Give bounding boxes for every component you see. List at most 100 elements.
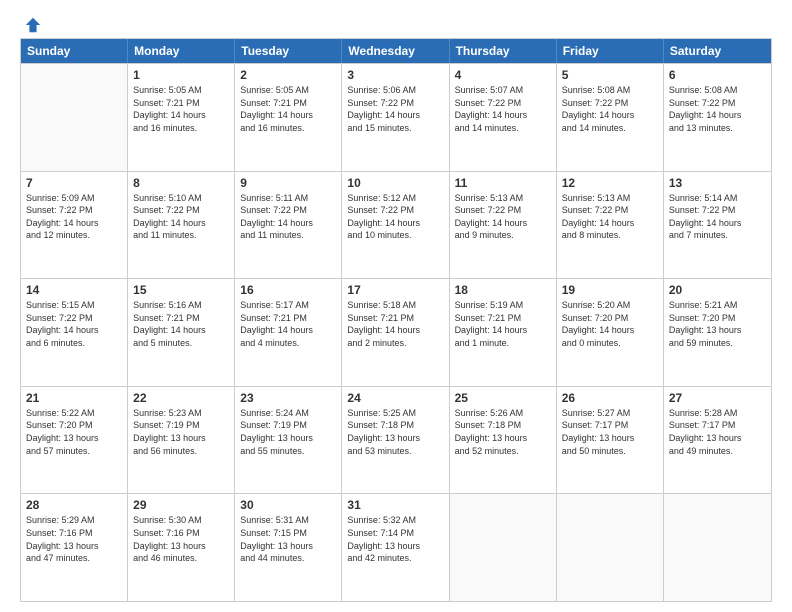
day-number: 12: [562, 176, 658, 190]
calendar: SundayMondayTuesdayWednesdayThursdayFrid…: [20, 38, 772, 602]
calendar-cell: 17Sunrise: 5:18 AM Sunset: 7:21 PM Dayli…: [342, 279, 449, 386]
day-number: 3: [347, 68, 443, 82]
header-day-monday: Monday: [128, 39, 235, 63]
header-day-thursday: Thursday: [450, 39, 557, 63]
day-number: 30: [240, 498, 336, 512]
day-number: 5: [562, 68, 658, 82]
day-number: 8: [133, 176, 229, 190]
cell-content: Sunrise: 5:14 AM Sunset: 7:22 PM Dayligh…: [669, 192, 766, 242]
calendar-header: SundayMondayTuesdayWednesdayThursdayFrid…: [21, 39, 771, 63]
day-number: 21: [26, 391, 122, 405]
calendar-cell: 16Sunrise: 5:17 AM Sunset: 7:21 PM Dayli…: [235, 279, 342, 386]
cell-content: Sunrise: 5:19 AM Sunset: 7:21 PM Dayligh…: [455, 299, 551, 349]
cell-content: Sunrise: 5:27 AM Sunset: 7:17 PM Dayligh…: [562, 407, 658, 457]
day-number: 14: [26, 283, 122, 297]
day-number: 6: [669, 68, 766, 82]
day-number: 26: [562, 391, 658, 405]
header-day-saturday: Saturday: [664, 39, 771, 63]
calendar-cell: 14 Sunrise: 5:15 AM Sunset: 7:22 PM Dayli…: [21, 279, 128, 386]
cell-content: Sunrise: 5:26 AM Sunset: 7:18 PM Dayligh…: [455, 407, 551, 457]
cell-content: Sunrise: 5:10 AM Sunset: 7:22 PM Dayligh…: [133, 192, 229, 242]
day-number: 2: [240, 68, 336, 82]
calendar-cell: 9 Sunrise: 5:11 AM Sunset: 7:22 PM Daylig…: [235, 172, 342, 279]
cell-content: Sunrise: 5:30 AM Sunset: 7:16 PM Dayligh…: [133, 514, 229, 564]
calendar-cell: 3Sunrise: 5:06 AM Sunset: 7:22 PM Daylig…: [342, 64, 449, 171]
calendar-cell: 30Sunrise: 5:31 AM Sunset: 7:15 PM Dayli…: [235, 494, 342, 601]
day-number: 18: [455, 283, 551, 297]
logo-icon: [24, 16, 42, 34]
calendar-row-1: 1 Sunrise: 5:05 AM Sunset: 7:21 PM Daylig…: [21, 63, 771, 171]
calendar-cell: 28Sunrise: 5:29 AM Sunset: 7:16 PM Dayli…: [21, 494, 128, 601]
day-number: 9: [240, 176, 336, 190]
cell-content: Sunrise: 5:09 AM Sunset: 7:22 PM Dayligh…: [26, 192, 122, 242]
calendar-cell: 13 Sunrise: 5:14 AM Sunset: 7:22 PM Dayli…: [664, 172, 771, 279]
calendar-cell: 2 Sunrise: 5:05 AM Sunset: 7:21 PM Daylig…: [235, 64, 342, 171]
calendar-cell: [450, 494, 557, 601]
calendar-cell: [664, 494, 771, 601]
calendar-cell: 22 Sunrise: 5:23 AM Sunset: 7:19 PM Dayli…: [128, 387, 235, 494]
day-number: 19: [562, 283, 658, 297]
calendar-row-5: 28Sunrise: 5:29 AM Sunset: 7:16 PM Dayli…: [21, 493, 771, 601]
day-number: 17: [347, 283, 443, 297]
day-number: 10: [347, 176, 443, 190]
cell-content: Sunrise: 5:13 AM Sunset: 7:22 PM Dayligh…: [562, 192, 658, 242]
day-number: 28: [26, 498, 122, 512]
calendar-cell: [21, 64, 128, 171]
calendar-cell: 18 Sunrise: 5:19 AM Sunset: 7:21 PM Dayli…: [450, 279, 557, 386]
day-number: 7: [26, 176, 122, 190]
calendar-cell: 15 Sunrise: 5:16 AM Sunset: 7:21 PM Dayli…: [128, 279, 235, 386]
calendar-cell: 12 Sunrise: 5:13 AM Sunset: 7:22 PM Dayli…: [557, 172, 664, 279]
calendar-cell: 8 Sunrise: 5:10 AM Sunset: 7:22 PM Daylig…: [128, 172, 235, 279]
cell-content: Sunrise: 5:15 AM Sunset: 7:22 PM Dayligh…: [26, 299, 122, 349]
calendar-row-4: 21 Sunrise: 5:22 AM Sunset: 7:20 PM Dayli…: [21, 386, 771, 494]
calendar-cell: 1 Sunrise: 5:05 AM Sunset: 7:21 PM Daylig…: [128, 64, 235, 171]
day-number: 4: [455, 68, 551, 82]
cell-content: Sunrise: 5:21 AM Sunset: 7:20 PM Dayligh…: [669, 299, 766, 349]
cell-content: Sunrise: 5:08 AM Sunset: 7:22 PM Dayligh…: [669, 84, 766, 134]
calendar-cell: 5 Sunrise: 5:08 AM Sunset: 7:22 PM Daylig…: [557, 64, 664, 171]
calendar-cell: 20 Sunrise: 5:21 AM Sunset: 7:20 PM Dayli…: [664, 279, 771, 386]
cell-content: Sunrise: 5:25 AM Sunset: 7:18 PM Dayligh…: [347, 407, 443, 457]
calendar-cell: 7 Sunrise: 5:09 AM Sunset: 7:22 PM Daylig…: [21, 172, 128, 279]
cell-content: Sunrise: 5:11 AM Sunset: 7:22 PM Dayligh…: [240, 192, 336, 242]
day-number: 16: [240, 283, 336, 297]
cell-content: Sunrise: 5:32 AM Sunset: 7:14 PM Dayligh…: [347, 514, 443, 564]
header: [20, 16, 772, 30]
cell-content: Sunrise: 5:22 AM Sunset: 7:20 PM Dayligh…: [26, 407, 122, 457]
calendar-row-2: 7 Sunrise: 5:09 AM Sunset: 7:22 PM Daylig…: [21, 171, 771, 279]
calendar-cell: 6 Sunrise: 5:08 AM Sunset: 7:22 PM Daylig…: [664, 64, 771, 171]
day-number: 25: [455, 391, 551, 405]
calendar-cell: 11Sunrise: 5:13 AM Sunset: 7:22 PM Dayli…: [450, 172, 557, 279]
calendar-cell: 23 Sunrise: 5:24 AM Sunset: 7:19 PM Dayli…: [235, 387, 342, 494]
calendar-cell: 24Sunrise: 5:25 AM Sunset: 7:18 PM Dayli…: [342, 387, 449, 494]
cell-content: Sunrise: 5:05 AM Sunset: 7:21 PM Dayligh…: [240, 84, 336, 134]
calendar-cell: [557, 494, 664, 601]
header-day-friday: Friday: [557, 39, 664, 63]
page: SundayMondayTuesdayWednesdayThursdayFrid…: [0, 0, 792, 612]
cell-content: Sunrise: 5:16 AM Sunset: 7:21 PM Dayligh…: [133, 299, 229, 349]
day-number: 15: [133, 283, 229, 297]
cell-content: Sunrise: 5:05 AM Sunset: 7:21 PM Dayligh…: [133, 84, 229, 134]
day-number: 27: [669, 391, 766, 405]
day-number: 1: [133, 68, 229, 82]
header-day-sunday: Sunday: [21, 39, 128, 63]
day-number: 20: [669, 283, 766, 297]
day-number: 13: [669, 176, 766, 190]
calendar-cell: 19 Sunrise: 5:20 AM Sunset: 7:20 PM Dayli…: [557, 279, 664, 386]
cell-content: Sunrise: 5:12 AM Sunset: 7:22 PM Dayligh…: [347, 192, 443, 242]
cell-content: Sunrise: 5:23 AM Sunset: 7:19 PM Dayligh…: [133, 407, 229, 457]
calendar-body: 1 Sunrise: 5:05 AM Sunset: 7:21 PM Daylig…: [21, 63, 771, 601]
day-number: 23: [240, 391, 336, 405]
calendar-row-3: 14 Sunrise: 5:15 AM Sunset: 7:22 PM Dayli…: [21, 278, 771, 386]
day-number: 22: [133, 391, 229, 405]
calendar-cell: 31 Sunrise: 5:32 AM Sunset: 7:14 PM Dayli…: [342, 494, 449, 601]
cell-content: Sunrise: 5:08 AM Sunset: 7:22 PM Dayligh…: [562, 84, 658, 134]
logo: [20, 16, 42, 30]
header-day-tuesday: Tuesday: [235, 39, 342, 63]
day-number: 31: [347, 498, 443, 512]
calendar-cell: 4Sunrise: 5:07 AM Sunset: 7:22 PM Daylig…: [450, 64, 557, 171]
cell-content: Sunrise: 5:28 AM Sunset: 7:17 PM Dayligh…: [669, 407, 766, 457]
cell-content: Sunrise: 5:20 AM Sunset: 7:20 PM Dayligh…: [562, 299, 658, 349]
cell-content: Sunrise: 5:24 AM Sunset: 7:19 PM Dayligh…: [240, 407, 336, 457]
calendar-cell: 27 Sunrise: 5:28 AM Sunset: 7:17 PM Dayli…: [664, 387, 771, 494]
